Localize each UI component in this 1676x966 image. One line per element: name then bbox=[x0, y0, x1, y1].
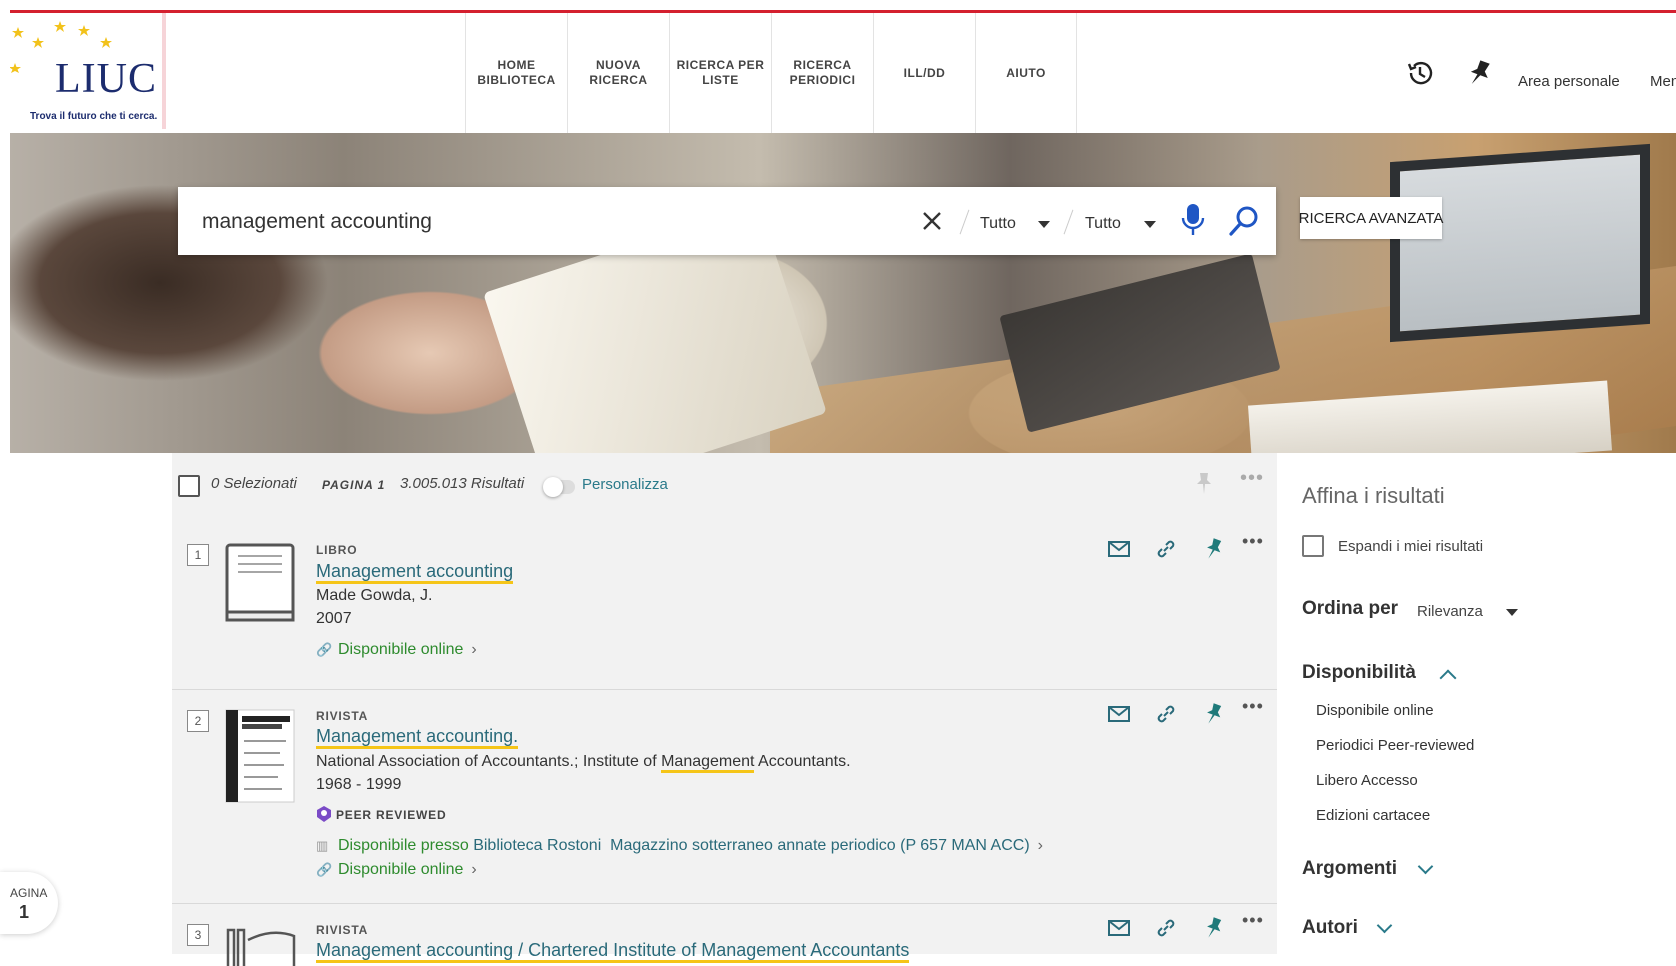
select-all-checkbox[interactable] bbox=[178, 475, 200, 497]
chevron-down-icon[interactable] bbox=[1376, 917, 1393, 934]
journal-cover-thumbnail[interactable] bbox=[224, 708, 296, 804]
physical-availability-link[interactable]: ▥ Disponibile presso Biblioteca Rostoni M… bbox=[316, 837, 1043, 855]
page-label: PAGINA 1 bbox=[322, 478, 386, 492]
facet-item[interactable]: Disponibile online bbox=[1316, 702, 1434, 719]
pin-icon[interactable] bbox=[1202, 702, 1226, 726]
chevron-right-icon: › bbox=[1037, 837, 1043, 854]
logo-tagline: Trova il futuro che ti cerca. bbox=[30, 111, 158, 122]
sort-select[interactable]: Rilevanza bbox=[1417, 603, 1483, 620]
pin-icon[interactable] bbox=[1202, 537, 1226, 561]
facet-item[interactable]: Periodici Peer-reviewed bbox=[1316, 737, 1474, 754]
nav-aiuto[interactable]: AIUTO bbox=[975, 13, 1077, 133]
caret-down-icon[interactable] bbox=[1506, 609, 1518, 616]
online-availability-link[interactable]: 🔗 Disponibile online › bbox=[316, 641, 477, 659]
book-icon[interactable] bbox=[224, 542, 296, 624]
permalink-icon[interactable] bbox=[1154, 916, 1178, 940]
result-author: National Association of Accountants.; In… bbox=[316, 753, 851, 773]
result-title[interactable]: Management accounting bbox=[316, 561, 514, 584]
page-indicator-label: AGINA bbox=[10, 886, 48, 900]
caret-down-icon[interactable] bbox=[1144, 221, 1156, 228]
result-date: 2007 bbox=[316, 610, 352, 627]
personalize-toggle[interactable] bbox=[543, 477, 575, 497]
scope-select-1[interactable]: Tutto bbox=[980, 215, 1016, 233]
scope-select-2[interactable]: Tutto bbox=[1085, 215, 1121, 233]
facet-topics-header[interactable]: Argomenti bbox=[1302, 858, 1397, 880]
link-icon: 🔗 bbox=[316, 862, 333, 877]
result-title[interactable]: Management accounting / Chartered Instit… bbox=[316, 940, 910, 963]
search-input[interactable] bbox=[200, 205, 844, 239]
nav-ricerca-per-liste[interactable]: RICERCA PER LISTE bbox=[669, 13, 771, 133]
more-options-icon[interactable]: ••• bbox=[1242, 531, 1264, 552]
pin-icon[interactable] bbox=[1465, 58, 1495, 88]
result-title[interactable]: Management accounting. bbox=[316, 726, 519, 749]
peer-reviewed-icon bbox=[317, 806, 331, 822]
result-item: 3 RIVISTA Management accounting / Charte… bbox=[172, 904, 1277, 966]
personalize-link[interactable]: Personalizza bbox=[582, 476, 668, 493]
clear-search-icon[interactable] bbox=[918, 207, 946, 235]
microphone-icon[interactable] bbox=[1178, 202, 1208, 238]
permalink-icon[interactable] bbox=[1154, 537, 1178, 561]
resource-type: RIVISTA bbox=[316, 709, 369, 723]
more-options-icon[interactable]: ••• bbox=[1240, 467, 1264, 490]
resource-type: RIVISTA bbox=[316, 923, 369, 937]
chevron-down-icon[interactable] bbox=[1417, 858, 1434, 875]
result-number: 1 bbox=[187, 544, 209, 566]
search-icon[interactable] bbox=[1228, 205, 1260, 237]
peer-reviewed-badge: PEER REVIEWED bbox=[316, 805, 446, 823]
expand-results-label[interactable]: Espandi i miei risultati bbox=[1338, 538, 1483, 555]
result-item: 2 RIVISTA Management accounting. Nationa… bbox=[172, 690, 1277, 904]
chevron-right-icon: › bbox=[471, 641, 477, 658]
selected-count: 0 Selezionati bbox=[211, 475, 297, 492]
nav-home-biblioteca[interactable]: HOME BIBLIOTECA bbox=[465, 13, 567, 133]
hero-banner-image bbox=[10, 133, 1676, 453]
header: LIUC Trova il futuro che ti cerca. HOME … bbox=[10, 13, 1676, 133]
area-personale-link[interactable]: Area personale bbox=[1518, 73, 1620, 90]
logo-text: LIUC bbox=[55, 56, 157, 102]
library-logo[interactable]: LIUC Trova il futuro che ti cerca. bbox=[10, 13, 166, 129]
email-icon[interactable] bbox=[1107, 702, 1131, 726]
result-author: Made Gowda, J. bbox=[316, 587, 433, 604]
resource-type: LIBRO bbox=[316, 543, 358, 557]
facet-availability-header[interactable]: Disponibilità bbox=[1302, 662, 1416, 684]
permalink-icon[interactable] bbox=[1154, 702, 1178, 726]
refine-results-title: Affina i risultati bbox=[1302, 483, 1445, 508]
chevron-right-icon: › bbox=[471, 861, 477, 878]
result-number: 3 bbox=[187, 924, 209, 946]
nav-ill-dd[interactable]: ILL/DD bbox=[873, 13, 975, 133]
expand-results-checkbox[interactable] bbox=[1302, 535, 1324, 557]
more-options-icon[interactable]: ••• bbox=[1242, 696, 1264, 717]
caret-down-icon[interactable] bbox=[1038, 221, 1050, 228]
result-number: 2 bbox=[187, 710, 209, 732]
book-location-icon: ▥ bbox=[316, 838, 329, 853]
facet-item[interactable]: Libero Accesso bbox=[1316, 772, 1418, 789]
result-item: 1 LIBRO Management accounting Made Gowda… bbox=[172, 521, 1277, 690]
sort-label: Ordina per bbox=[1302, 598, 1399, 619]
pin-icon[interactable] bbox=[1192, 471, 1216, 495]
menu-link[interactable]: Menu bbox=[1650, 73, 1676, 90]
facet-item[interactable]: Edizioni cartacee bbox=[1316, 807, 1430, 824]
email-icon[interactable] bbox=[1107, 537, 1131, 561]
page-indicator-number: 1 bbox=[19, 902, 30, 922]
pin-icon[interactable] bbox=[1202, 916, 1226, 940]
search-bar: Tutto Tutto bbox=[178, 187, 1276, 255]
result-date: 1968 - 1999 bbox=[316, 776, 402, 793]
results-toolbar: 0 Selezionati PAGINA 1 3.005.013 Risulta… bbox=[172, 453, 1277, 521]
nav-ricerca-periodici[interactable]: RICERCA PERIODICI bbox=[771, 13, 873, 133]
page-indicator[interactable]: AGINA 1 bbox=[0, 872, 58, 934]
facet-authors-header[interactable]: Autori bbox=[1302, 917, 1358, 939]
nav-nuova-ricerca[interactable]: NUOVA RICERCA bbox=[567, 13, 669, 133]
advanced-search-button[interactable]: RICERCA AVANZATA bbox=[1299, 197, 1443, 239]
history-icon[interactable] bbox=[1405, 58, 1435, 88]
online-availability-link[interactable]: 🔗 Disponibile online › bbox=[316, 861, 477, 879]
main-nav: HOME BIBLIOTECA NUOVA RICERCA RICERCA PE… bbox=[465, 13, 1077, 133]
journal-icon[interactable] bbox=[224, 926, 296, 966]
results-count: 3.005.013 Risultati bbox=[400, 475, 525, 492]
link-icon: 🔗 bbox=[316, 642, 333, 657]
chevron-up-icon[interactable] bbox=[1439, 669, 1457, 687]
email-icon[interactable] bbox=[1107, 916, 1131, 940]
more-options-icon[interactable]: ••• bbox=[1242, 910, 1264, 931]
